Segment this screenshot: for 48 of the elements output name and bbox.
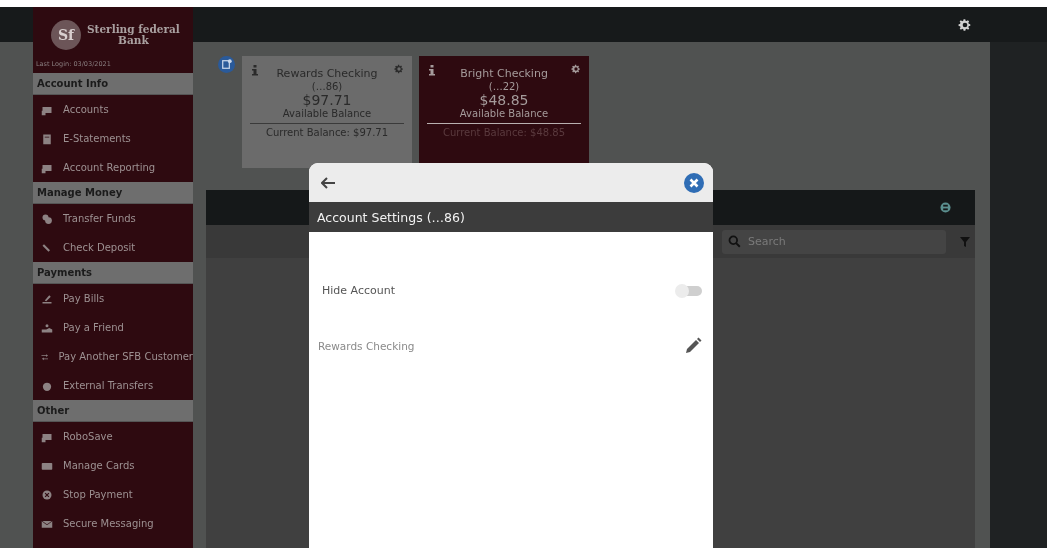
sidebar-item[interactable]: Account Reporting xyxy=(33,153,193,182)
account-nickname: Rewards Checking xyxy=(318,340,415,352)
sidebar-item[interactable]: RoboSave xyxy=(33,422,193,451)
sidebar-item[interactable]: Pay Another SFB Customer xyxy=(33,342,193,371)
account-number: (…86) xyxy=(311,81,343,92)
toggle-switch[interactable] xyxy=(676,285,702,296)
bank-name: Bank xyxy=(118,34,149,46)
available-balance: $48.85 xyxy=(479,92,529,108)
account-summary-icon[interactable] xyxy=(218,56,235,73)
logo-monogram: Sf xyxy=(51,19,81,50)
balance-label: Available Balance xyxy=(459,108,549,119)
info-icon xyxy=(250,64,260,76)
back-arrow-icon[interactable] xyxy=(321,176,335,189)
sidebar-item[interactable]: Secure Messaging xyxy=(33,509,193,538)
coins-icon xyxy=(41,212,53,225)
account-number: (…22) xyxy=(488,81,520,92)
printer-icon[interactable] xyxy=(940,202,951,213)
hand-icon xyxy=(41,321,53,334)
account-name: Rewards Checking xyxy=(276,67,378,80)
sidebar-item[interactable]: Transfer Funds xyxy=(33,204,193,233)
balance-label: Available Balance xyxy=(282,108,372,119)
sidebar-item[interactable]: Pay a Friend xyxy=(33,313,193,342)
account-name: Bright Checking xyxy=(460,67,548,80)
close-icon[interactable] xyxy=(684,172,704,193)
sidebar-section-header: Other xyxy=(33,400,193,422)
document-icon xyxy=(41,132,53,145)
available-balance: $97.71 xyxy=(302,92,352,108)
search-icon xyxy=(728,234,741,248)
dialog-title: Account Settings (…86) xyxy=(309,202,713,232)
pen-icon xyxy=(41,292,53,305)
sidebar-item[interactable]: Stop Payment xyxy=(33,480,193,509)
sidebar-section-header: Manage Money xyxy=(33,182,193,204)
settings-icon[interactable] xyxy=(958,17,972,32)
current-balance: Current Balance: $97.71 xyxy=(265,127,389,138)
settings-icon[interactable] xyxy=(571,64,581,74)
sidebar-section-header: Account Info xyxy=(33,73,193,95)
sidebar-item[interactable]: Pay Bills xyxy=(33,284,193,313)
sidebar-item[interactable]: Check Deposit xyxy=(33,233,193,262)
sidebar-item[interactable]: Manage Cards xyxy=(33,451,193,480)
sidebar-item[interactable]: Accounts xyxy=(33,95,193,124)
info-icon xyxy=(427,64,437,76)
sidebar-item[interactable]: E-Statements xyxy=(33,124,193,153)
cancel-icon xyxy=(41,488,53,501)
bank-name: Sterling federal xyxy=(87,23,180,35)
pencil-icon[interactable] xyxy=(684,337,702,355)
setting-label: Hide Account xyxy=(321,284,395,297)
sidebar-section-header: Payments xyxy=(33,262,193,284)
sidebar-item[interactable]: External Transfers xyxy=(33,371,193,400)
